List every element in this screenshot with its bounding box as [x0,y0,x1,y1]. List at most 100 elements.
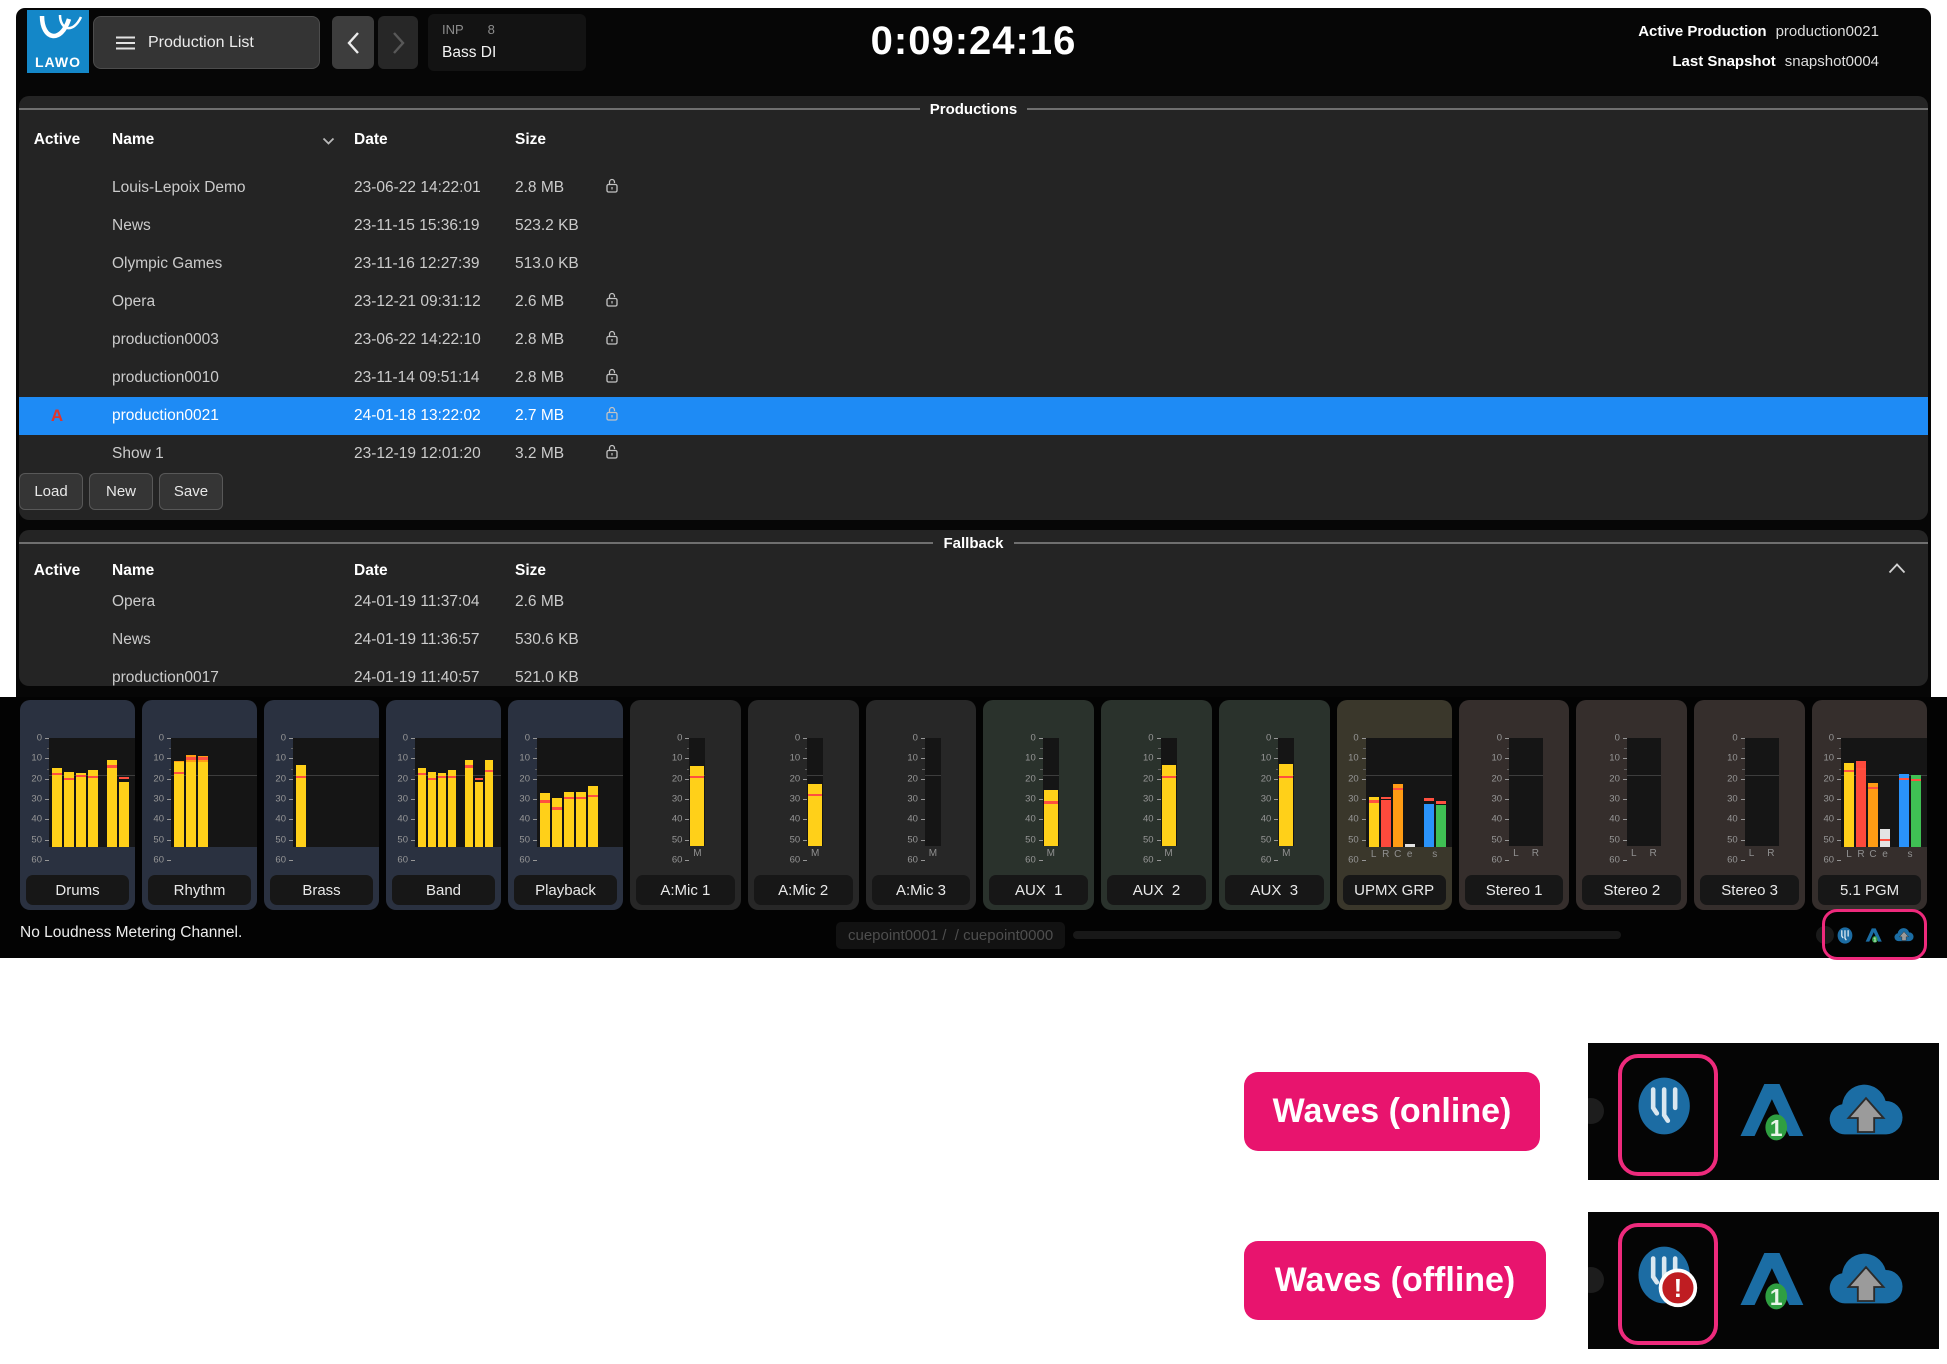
automation-logo-icon[interactable]: 1 [1734,1240,1812,1318]
production-row[interactable]: Olympic Games23-11-16 12:27:39513.0 KB [19,245,1928,283]
column-header-date[interactable]: Date [354,562,388,580]
back-button[interactable] [332,16,374,69]
production-row[interactable]: News23-11-15 15:36:19523.2 KB [19,207,1928,245]
meter-channel: 0102030405060Brass [264,700,379,910]
active-marker: A [33,406,81,426]
cell-name: Olympic Games [112,255,222,273]
scale-label: 60 [1492,855,1503,866]
lawo-logo-icon [30,13,86,55]
channel-name: Bass DI [442,44,586,62]
cell-date: 24-01-19 11:37:04 [354,593,480,611]
channel-name-button[interactable]: Brass [270,875,373,905]
scale-label: 60 [31,855,42,866]
cloud-sync-icon[interactable] [1824,1069,1908,1153]
peak-hold-mark [475,778,483,781]
waves-online-icon[interactable] [1836,926,1855,945]
scale-label: 50 [1143,834,1154,845]
fallback-title: Fallback [943,535,1003,552]
meter-area [1366,738,1452,847]
fallback-row[interactable]: production001724-01-19 11:40:57521.0 KB [19,659,1928,686]
channel-name-button[interactable]: 5.1 PGM [1818,875,1921,905]
meter-letter: M [693,848,701,860]
scale-label: 60 [1261,855,1272,866]
meter-letter: M [929,848,937,860]
productions-rows: Louis-Lepoix Demo23-06-22 14:22:012.8 MB… [19,169,1928,473]
level-bar [448,770,456,847]
fallback-row[interactable]: News24-01-19 11:36:57530.6 KB [19,621,1928,659]
peak-hold-mark [107,765,117,768]
production-row[interactable]: production001023-11-14 09:51:142.8 MB [19,359,1928,397]
production-row[interactable]: production000323-06-22 14:22:102.8 MB [19,321,1928,359]
channel-number: 8 [488,22,495,37]
cell-size: 2.8 MB [515,369,564,387]
column-header-active[interactable]: Active [33,562,81,580]
channel-name-button[interactable]: UPMX GRP [1343,875,1446,905]
peak-hold-mark [186,757,196,760]
peak-hold-mark [198,757,208,760]
production-row[interactable]: Show 123-12-19 12:01:203.2 MB [19,435,1928,473]
channel-name-button[interactable]: Stereo 2 [1582,875,1681,905]
channel-name-button[interactable]: A:Mic 3 [872,875,971,905]
load-button[interactable]: Load [19,473,83,510]
production-list-label: Production List [148,34,254,52]
production-list-button[interactable]: Production List [93,16,320,69]
scale-label: 40 [1025,814,1036,825]
channel-type-row: INP 8 [442,22,586,37]
column-header-active[interactable]: Active [33,131,81,149]
sort-chevron-down-icon[interactable] [322,137,335,146]
production-row[interactable]: Louis-Lepoix Demo23-06-22 14:22:012.8 MB [19,169,1928,207]
column-header-date[interactable]: Date [354,131,388,149]
collapse-chevron-up-icon[interactable] [1888,563,1906,574]
meter-channel: 0102030405060Band [386,700,501,910]
new-button[interactable]: New [89,473,153,510]
scale-label: 50 [1348,834,1359,845]
level-bar [76,773,86,847]
column-header-size[interactable]: Size [515,562,546,580]
channel-name-button[interactable]: Band [392,875,495,905]
column-header-name[interactable]: Name [112,562,154,580]
production-row[interactable]: Aproduction002124-01-18 13:22:022.7 MB [19,397,1928,435]
save-button[interactable]: Save [159,473,223,510]
active-production-value: production0021 [1776,23,1879,40]
scale-label: 40 [519,814,530,825]
channel-name-button[interactable]: Stereo 3 [1700,875,1799,905]
svg-text:1: 1 [1770,1115,1783,1141]
forward-button[interactable] [378,16,418,69]
lock-icon [605,406,619,422]
channel-name-button[interactable]: Stereo 1 [1465,875,1564,905]
waves-offline-icon[interactable]: ! [1633,1242,1699,1308]
channel-name-button[interactable]: AUX 1 [989,875,1088,905]
production-row[interactable]: Opera23-12-21 09:31:122.6 MB [19,283,1928,321]
channel-name-button[interactable]: AUX 3 [1225,875,1324,905]
automation-logo-icon[interactable]: 1 [1734,1071,1812,1149]
scale-label: 10 [907,753,918,764]
channel-name-button[interactable]: A:Mic 1 [636,875,735,905]
fallback-row[interactable]: Opera24-01-19 11:37:042.6 MB [19,583,1928,621]
automation-logo-icon[interactable]: 1 [1864,925,1884,945]
cloud-sync-icon[interactable] [1893,924,1915,946]
channel-name-button[interactable]: Drums [26,875,129,905]
channel-name-button[interactable]: Rhythm [148,875,251,905]
scale-label: 60 [1025,855,1036,866]
column-header-name[interactable]: Name [112,131,154,149]
meter-letter: R [1532,848,1539,860]
channel-name-button[interactable]: Playback [514,875,617,905]
meter-channel: 0102030405060Playback [508,700,623,910]
column-header-size[interactable]: Size [515,131,546,149]
channel-name-button[interactable]: AUX 2 [1107,875,1206,905]
level-bar [1844,763,1854,847]
waves-online-icon[interactable] [1633,1073,1699,1139]
scale-label: 60 [1727,855,1738,866]
cloud-sync-icon[interactable] [1824,1238,1908,1322]
meter-area [415,738,501,847]
meter-letters: M [807,848,823,860]
peak-hold-mark [1369,800,1379,803]
channel-name-button[interactable]: A:Mic 2 [754,875,853,905]
bar-letter: L [1371,849,1377,861]
peak-hold-mark [1279,776,1293,779]
timeline-bar[interactable] [1073,931,1621,939]
svg-text:1: 1 [1770,1284,1783,1310]
meter-area [171,738,257,847]
bar-letter: e [1882,849,1888,861]
cell-name: Louis-Lepoix Demo [112,179,246,197]
